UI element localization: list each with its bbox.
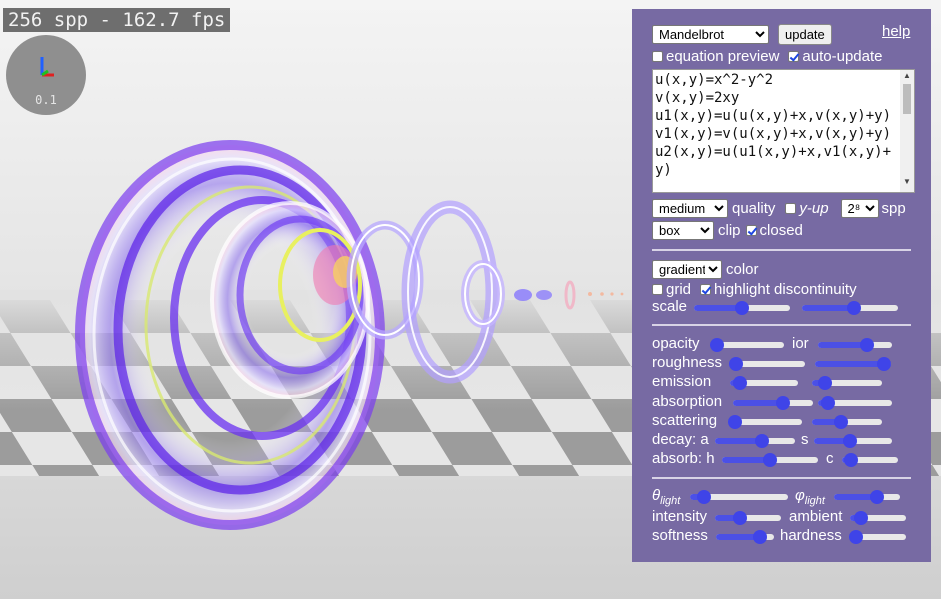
roughness-slider[interactable] xyxy=(729,354,805,374)
spp-select[interactable]: 2⁸ xyxy=(840,198,879,218)
theta-light-label: θlight xyxy=(652,487,681,507)
grid-checkbox[interactable] xyxy=(652,283,663,295)
slider-knob[interactable] xyxy=(753,530,768,544)
scroll-thumb[interactable] xyxy=(903,84,911,114)
roughness-slider-2[interactable] xyxy=(815,354,891,374)
roughness-label: roughness xyxy=(652,354,723,371)
softness-slider[interactable] xyxy=(716,527,774,547)
equation-text: u(x,y)=x^2-y^2 v(x,y)=2xy u1(x,y)=u(u(x,… xyxy=(655,72,892,178)
s-label: s xyxy=(801,431,809,448)
divider xyxy=(652,324,911,326)
decay-a-slider[interactable] xyxy=(715,431,795,451)
slider-knob[interactable] xyxy=(847,301,862,315)
quality-select[interactable]: medium xyxy=(652,198,728,218)
slider-knob[interactable] xyxy=(775,396,790,410)
equation-preview-checkbox[interactable] xyxy=(652,50,663,62)
opacity-label: opacity xyxy=(652,335,700,352)
closed-label: closed xyxy=(759,221,803,239)
absorption-label: absorption xyxy=(652,393,723,410)
slider-knob[interactable] xyxy=(729,357,743,371)
intensity-slider[interactable] xyxy=(715,508,781,528)
slider-knob[interactable] xyxy=(849,530,863,544)
highlight-discontinuity-label: highlight discontinuity xyxy=(714,280,857,298)
hardness-label: hardness xyxy=(780,527,842,544)
spp-label: spp xyxy=(881,199,906,217)
phi-light-label: φlight xyxy=(795,487,825,507)
update-button[interactable]: update xyxy=(778,23,832,45)
slider-knob[interactable] xyxy=(844,453,859,467)
slider-knob[interactable] xyxy=(732,376,747,390)
axes-icon xyxy=(40,57,54,77)
slider-knob[interactable] xyxy=(834,415,849,429)
slider-fill xyxy=(815,361,884,367)
decay-a-label: decay: a xyxy=(652,431,709,448)
y-up-label: y-up xyxy=(799,199,829,217)
divider xyxy=(652,477,911,479)
c-label: c xyxy=(826,450,834,467)
scattering-slider-2[interactable] xyxy=(812,412,882,432)
fps-counter: 256 spp - 162.7 fps xyxy=(3,8,231,32)
equation-editor[interactable]: u(x,y)=x^2-y^2 v(x,y)=2xy u1(x,y)=u(u(x,… xyxy=(652,69,915,193)
c-slider[interactable] xyxy=(842,450,898,470)
quality-label: quality xyxy=(732,199,776,217)
color-select[interactable]: gradient xyxy=(652,259,722,279)
slider-knob[interactable] xyxy=(710,338,724,352)
scroll-down-icon[interactable]: ▼ xyxy=(900,177,914,186)
ambient-label: ambient xyxy=(789,508,843,525)
ior-slider[interactable] xyxy=(818,335,892,355)
emission-label: emission xyxy=(652,373,712,390)
color-label: color xyxy=(726,260,759,278)
slider-knob[interactable] xyxy=(733,511,748,525)
hardness-slider[interactable] xyxy=(849,527,906,547)
absorption-slider-2[interactable] xyxy=(818,393,892,413)
slider-knob[interactable] xyxy=(877,357,891,371)
theta-light-slider[interactable] xyxy=(690,487,788,507)
slider-knob[interactable] xyxy=(821,396,835,410)
slider-knob[interactable] xyxy=(754,434,769,448)
slider-knob[interactable] xyxy=(854,511,869,525)
gizmo-scale-label: 0.1 xyxy=(35,93,57,107)
editor-scrollbar[interactable]: ▲ ▼ xyxy=(900,70,914,192)
scattering-slider[interactable] xyxy=(728,412,802,432)
opacity-slider[interactable] xyxy=(710,335,784,355)
slider-knob[interactable] xyxy=(870,490,885,504)
scale-label: scale xyxy=(652,298,688,315)
highlight-discontinuity-checkbox[interactable] xyxy=(700,283,712,295)
scattering-label: scattering xyxy=(652,412,718,429)
emission-slider-2[interactable] xyxy=(812,373,882,393)
help-link[interactable]: help xyxy=(882,23,910,40)
control-panel: Mandelbrot update help equation preview … xyxy=(632,9,931,562)
softness-label: softness xyxy=(652,527,708,544)
intensity-label: intensity xyxy=(652,508,708,525)
scale-slider-2[interactable] xyxy=(802,298,898,318)
slider-knob[interactable] xyxy=(696,490,711,504)
clip-label: clip xyxy=(718,221,741,239)
preset-select[interactable]: Mandelbrot xyxy=(652,24,769,44)
slider-knob[interactable] xyxy=(817,376,832,390)
slider-knob[interactable] xyxy=(842,434,857,448)
emission-slider[interactable] xyxy=(730,373,798,393)
equation-preview-label: equation preview xyxy=(666,47,780,65)
ior-label: ior xyxy=(792,335,809,352)
absorb-h-slider[interactable] xyxy=(722,450,818,470)
slider-knob[interactable] xyxy=(763,453,777,467)
slider-knob[interactable] xyxy=(860,338,874,352)
scroll-up-icon[interactable]: ▲ xyxy=(900,71,914,80)
ambient-slider[interactable] xyxy=(850,508,906,528)
s-slider[interactable] xyxy=(814,431,892,451)
slider-knob[interactable] xyxy=(728,415,742,429)
phi-light-slider[interactable] xyxy=(834,487,900,507)
axis-gizmo[interactable]: 0.1 xyxy=(6,35,86,115)
divider xyxy=(652,249,911,251)
clip-select[interactable]: box xyxy=(652,220,714,240)
y-up-checkbox[interactable] xyxy=(785,202,797,214)
absorb-h-label: absorb: h xyxy=(652,450,715,467)
slider-knob[interactable] xyxy=(735,301,749,315)
scale-slider-1[interactable] xyxy=(694,298,790,318)
closed-checkbox[interactable] xyxy=(745,224,757,236)
auto-update-checkbox[interactable] xyxy=(788,50,800,62)
grid-label: grid xyxy=(666,280,692,298)
absorption-slider[interactable] xyxy=(733,393,813,413)
auto-update-label: auto-update xyxy=(802,47,883,65)
